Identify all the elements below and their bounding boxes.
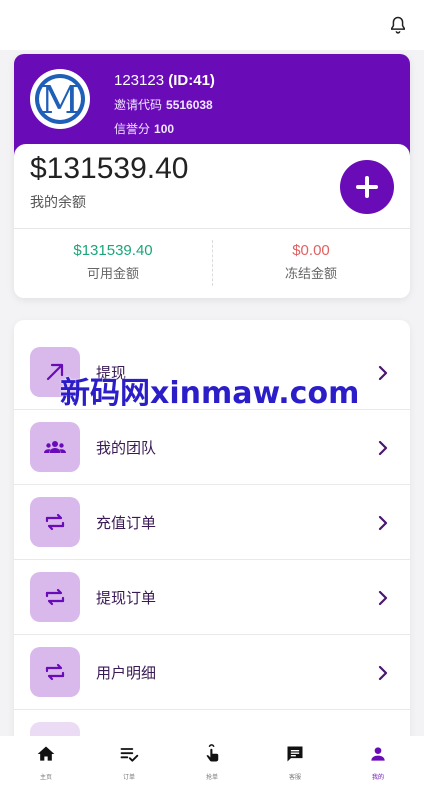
top-bar [0, 0, 424, 50]
swap-icon [45, 513, 65, 531]
bell-icon[interactable] [388, 14, 408, 36]
frozen-label: 冻结金额 [284, 267, 337, 282]
svg-text:M: M [41, 78, 80, 122]
add-funds-button[interactable] [340, 160, 394, 214]
menu-item-user-details[interactable]: 用户明细 [14, 635, 410, 710]
person-icon [371, 747, 385, 761]
user-name-text: 123123 [114, 72, 165, 89]
bottom-tab-bar: 主页 订单 抢单 客服 我的 [0, 736, 424, 800]
tab-label: 抢单 [205, 774, 218, 781]
tab-label: 主页 [39, 774, 52, 781]
home-icon [37, 746, 55, 761]
user-name: 123123 (ID:41) [114, 72, 215, 89]
menu-item-label: 用户明细 [96, 664, 157, 682]
chevron-right-icon [378, 665, 388, 681]
chevron-right-icon [378, 440, 388, 456]
menu-icon-box [30, 572, 80, 622]
balance-amount: $131539.40 [30, 152, 189, 185]
frozen-balance: $0.00 冻结金额 [212, 242, 410, 282]
menu-item-recharge-orders[interactable]: 充值订单 [14, 485, 410, 560]
available-label: 可用金额 [86, 267, 139, 282]
chevron-right-icon [378, 515, 388, 531]
menu-item-label: 充值订单 [96, 514, 157, 532]
swap-icon [45, 588, 65, 606]
profile-card: M 123123 (ID:41) 邀请代码 5516038 信誉分 100 $131… [14, 54, 410, 298]
tab-label: 客服 [288, 774, 301, 781]
chevron-right-icon [378, 590, 388, 606]
menu-item-withdraw-orders[interactable]: 提现订单 [14, 560, 410, 635]
available-balance: $131539.40 可用金额 [14, 242, 212, 282]
invite-label: 邀请代码 [114, 98, 163, 112]
credit-label: 信誉分 [114, 122, 151, 136]
tab-mine[interactable]: 我的 [336, 744, 420, 792]
tab-label: 订单 [122, 774, 135, 781]
frozen-value: $0.00 [292, 242, 330, 259]
swap-icon [45, 663, 65, 681]
invite-code: 邀请代码 5516038 [114, 96, 213, 113]
menu-item-label: 我的团队 [96, 439, 157, 457]
menu-icon-box [30, 422, 80, 472]
tab-label: 我的 [371, 774, 384, 781]
chevron-right-icon [378, 365, 388, 381]
avatar-logo-icon: M [32, 71, 88, 127]
invite-value: 5516038 [166, 98, 213, 112]
divider [14, 228, 410, 229]
available-value: $131539.40 [73, 242, 153, 259]
balance-panel: $131539.40 我的余额 $131539.40 可用金额 $0.00 冻结… [14, 144, 410, 298]
watermark-text: 新码网xinmaw.com [60, 376, 360, 411]
group-icon [44, 441, 66, 453]
user-id: (ID:41) [168, 72, 215, 89]
menu-icon-box [30, 647, 80, 697]
balance-label: 我的余额 [30, 195, 86, 211]
avatar[interactable]: M [30, 69, 90, 129]
menu-item-team[interactable]: 我的团队 [14, 410, 410, 485]
menu-item-label: 提现订单 [96, 589, 157, 607]
credit-score: 信誉分 100 [114, 120, 174, 137]
menu-icon-box [30, 497, 80, 547]
tab-orders[interactable]: 订单 [87, 744, 171, 792]
list-check-icon [120, 748, 139, 762]
chat-icon [287, 746, 303, 762]
tab-service[interactable]: 客服 [253, 744, 337, 792]
credit-value: 100 [154, 122, 175, 136]
tap-icon [206, 744, 219, 762]
tab-grab[interactable]: 抢单 [170, 744, 254, 792]
tab-home[interactable]: 主页 [4, 744, 88, 792]
